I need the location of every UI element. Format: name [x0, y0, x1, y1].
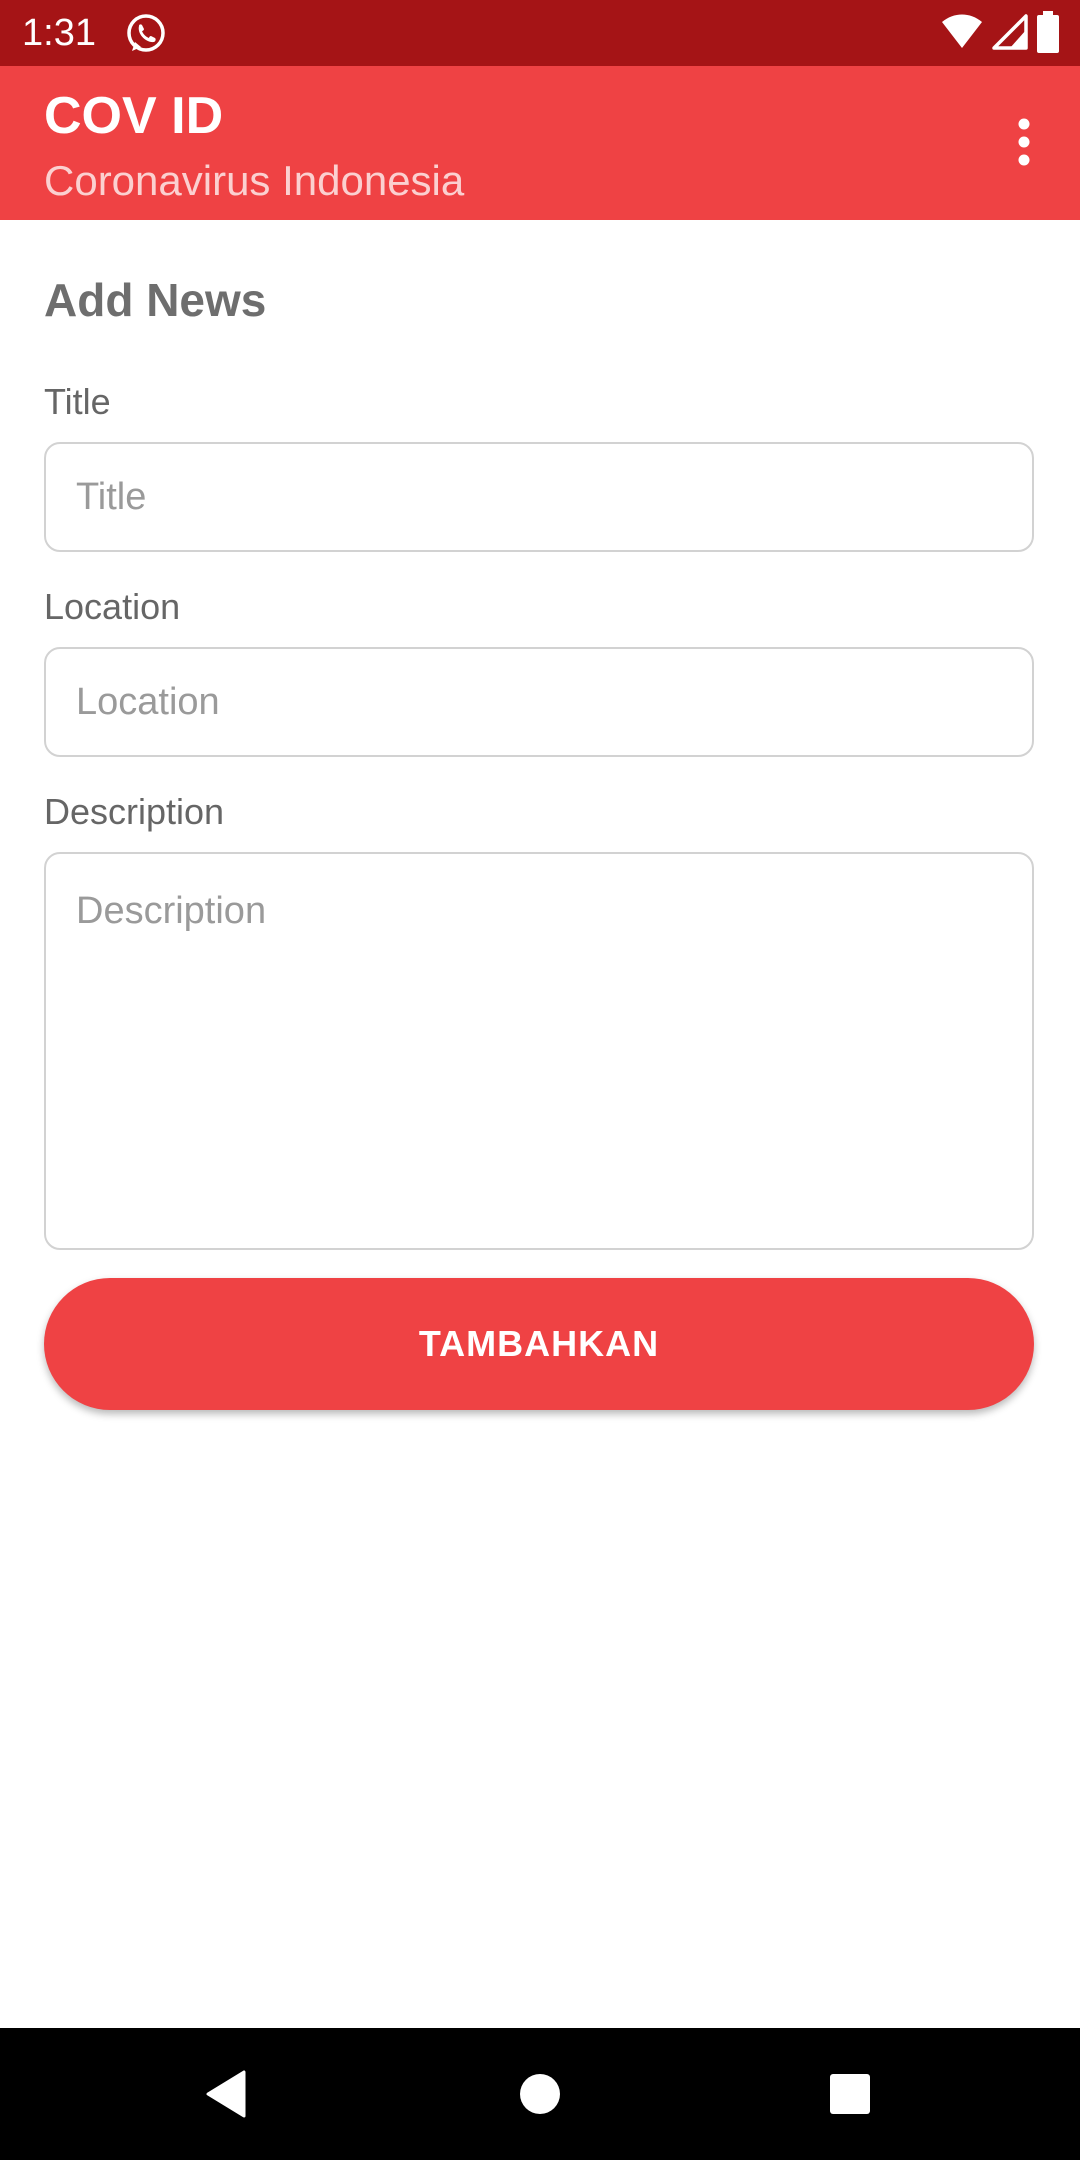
tambahkan-button[interactable]: TAMBAHKAN [44, 1278, 1034, 1410]
status-time: 1:31 [22, 12, 96, 54]
description-field-box [44, 852, 1034, 1250]
home-icon[interactable] [502, 2056, 578, 2132]
cellular-signal-icon [992, 13, 1028, 55]
title-input[interactable] [46, 444, 1032, 550]
status-icons [940, 10, 1060, 58]
app-subtitle: Coronavirus Indonesia [44, 157, 465, 204]
recents-icon[interactable] [812, 2056, 888, 2132]
back-icon[interactable] [188, 2056, 264, 2132]
page-title: Add News [44, 274, 267, 326]
add-news-screen: 1:31 COV ID Coronavirus Indonesia Add Ne… [0, 0, 1080, 2160]
status-bar: 1:31 [0, 0, 1080, 66]
location-input[interactable] [46, 649, 1032, 755]
navigation-bar [0, 2028, 1080, 2160]
wifi-icon [940, 14, 984, 55]
whatsapp-icon [124, 12, 168, 56]
description-input[interactable] [46, 854, 1032, 1246]
title-label: Title [44, 381, 111, 422]
app-title: COV ID [44, 87, 224, 145]
app-bar: COV ID Coronavirus Indonesia [0, 66, 1080, 220]
location-label: Location [44, 586, 181, 627]
location-field-box [44, 647, 1034, 757]
description-label: Description [44, 791, 225, 832]
battery-icon [1036, 10, 1060, 58]
title-field-box [44, 442, 1034, 552]
more-vert-icon[interactable] [992, 110, 1056, 174]
